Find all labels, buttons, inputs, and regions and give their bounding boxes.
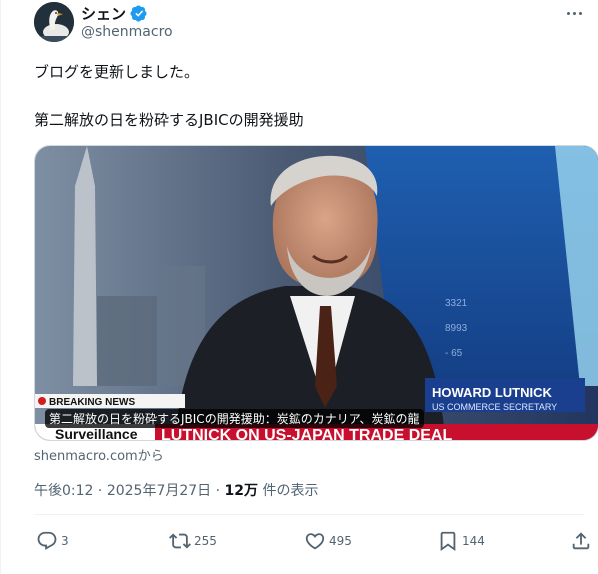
like-count: 495 [329, 534, 352, 548]
post-text-line-1: ブログを更新しました。 [34, 63, 200, 81]
author-name[interactable]: シェン [81, 3, 126, 24]
repost-icon [169, 533, 191, 549]
repost-count: 255 [194, 534, 217, 548]
link-card[interactable]: HOWARD LUTNICK US COMMERCE SECRETARY 332… [34, 145, 598, 441]
post-date[interactable]: 2025年7月27日 [107, 483, 211, 499]
card-caption: 第二解放の日を粉砕するJBICの開発援助：炭鉱のカナリア、炭鉱の龍 [45, 409, 424, 428]
repost-button[interactable]: 255 [169, 526, 217, 556]
bookmark-icon [440, 531, 456, 552]
meta-separator: · [97, 483, 103, 499]
bookmark-count: 144 [462, 534, 485, 548]
views-label: 件の表示 [262, 483, 319, 499]
divider [34, 514, 584, 515]
views-count: 12万 [224, 483, 259, 499]
ticker-headline-text: LUTNICK ON US-JAPAN TRADE DEAL [161, 427, 452, 441]
card-image: HOWARD LUTNICK US COMMERCE SECRETARY 332… [35, 146, 598, 441]
screen-number-2: 8993 [445, 323, 468, 334]
share-icon [572, 532, 590, 550]
show-name-text: Surveillance [55, 426, 138, 441]
author-name-row[interactable]: シェン [81, 3, 147, 24]
post-text-line-2: 第二解放の日を粉砕するJBICの開発援助 [34, 111, 304, 129]
screen-number-1: 3321 [445, 298, 468, 309]
author-handle[interactable]: @shenmacro [81, 24, 173, 40]
card-domain-link[interactable]: shenmacro.comから [34, 445, 164, 464]
meta-separator: · [215, 483, 221, 499]
post-time[interactable]: 午後0:12 [34, 483, 93, 499]
share-button[interactable] [570, 526, 592, 556]
verified-badge-icon [130, 5, 147, 22]
guest-name-text: HOWARD LUTNICK [432, 385, 552, 400]
bookmark-button[interactable]: 144 [437, 526, 485, 556]
post-meta: 午後0:12 · 2025年7月27日 · 12万 件の表示 [34, 480, 318, 500]
reply-count: 3 [61, 534, 69, 548]
guest-title-text: US COMMERCE SECRETARY [432, 402, 557, 412]
avatar[interactable] [34, 2, 74, 42]
action-bar: 3 255 495 144 [34, 526, 590, 556]
post: シェン @shenmacro ブログを更新しました。 第二解放の日を粉砕するJB… [0, 0, 598, 574]
screen-number-3: - 65 [445, 348, 463, 359]
like-button[interactable]: 495 [304, 526, 352, 556]
more-options-icon[interactable] [564, 6, 584, 20]
reply-button[interactable]: 3 [36, 526, 69, 556]
heart-icon [305, 533, 325, 550]
breaking-news-text: BREAKING NEWS [49, 397, 135, 408]
reply-icon [37, 531, 57, 550]
